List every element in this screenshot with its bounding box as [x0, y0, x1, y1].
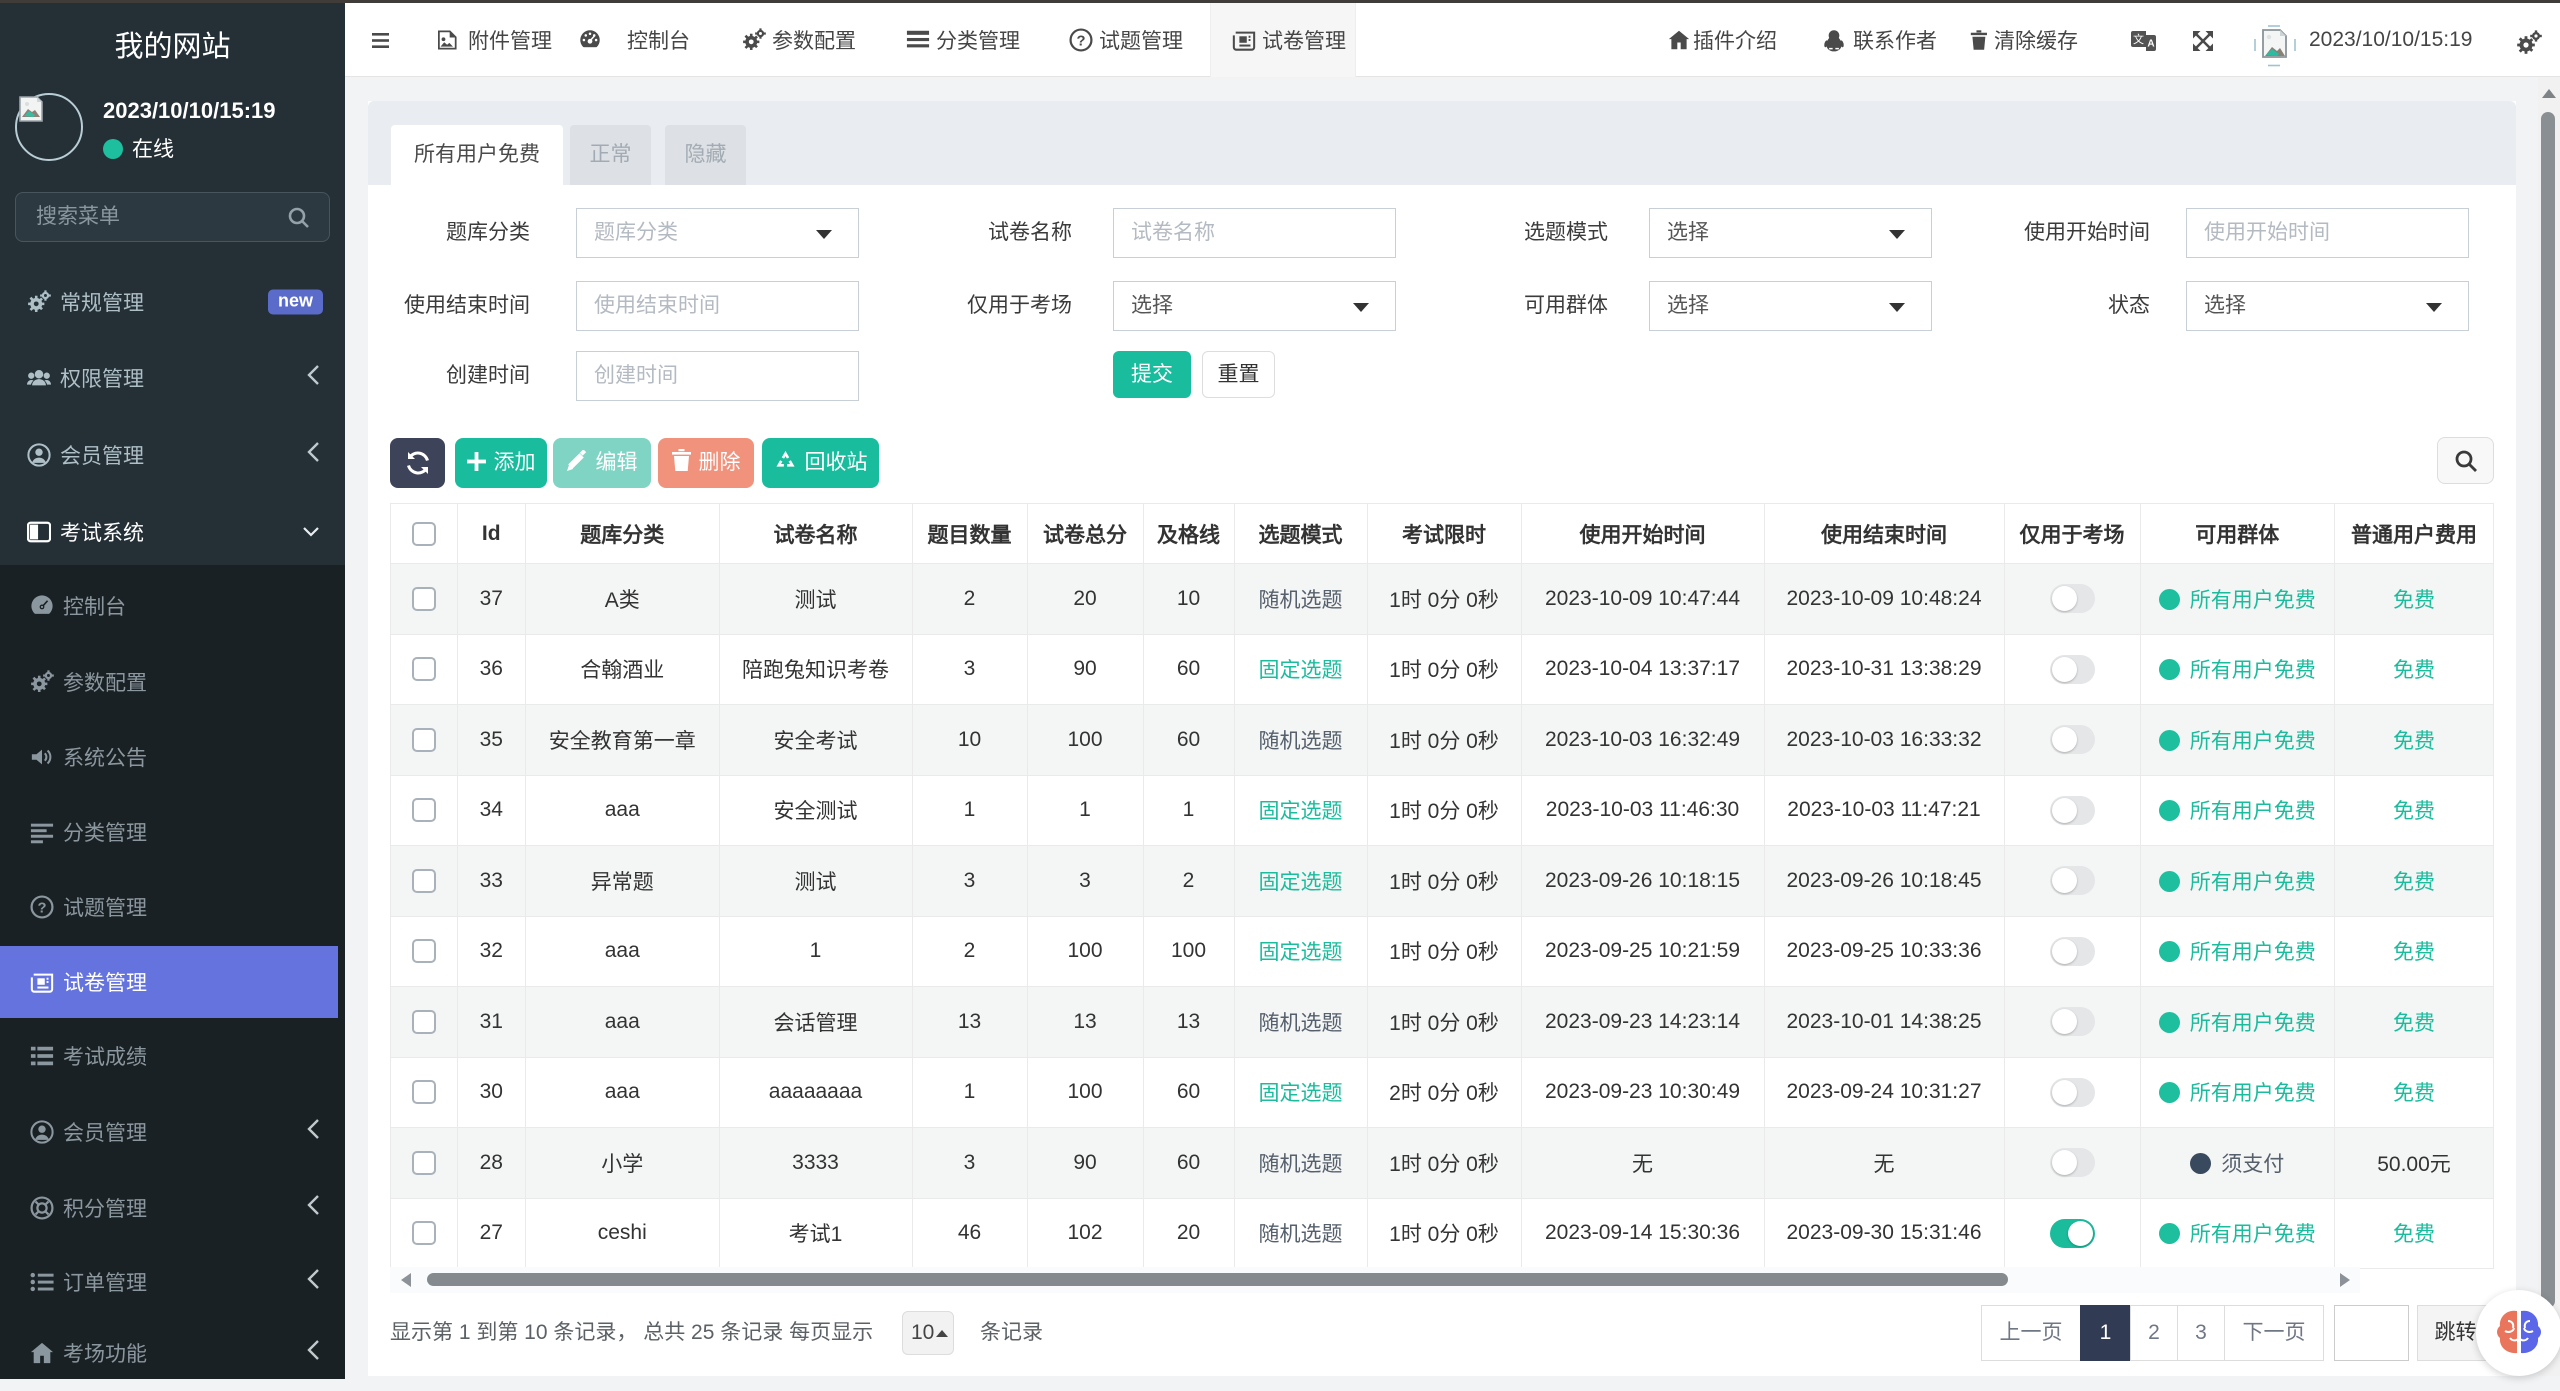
svg-text:文: 文: [2133, 32, 2144, 46]
svg-text:?: ?: [37, 901, 46, 917]
svg-text:A: A: [2147, 39, 2154, 50]
svg-text:?: ?: [1076, 34, 1085, 50]
